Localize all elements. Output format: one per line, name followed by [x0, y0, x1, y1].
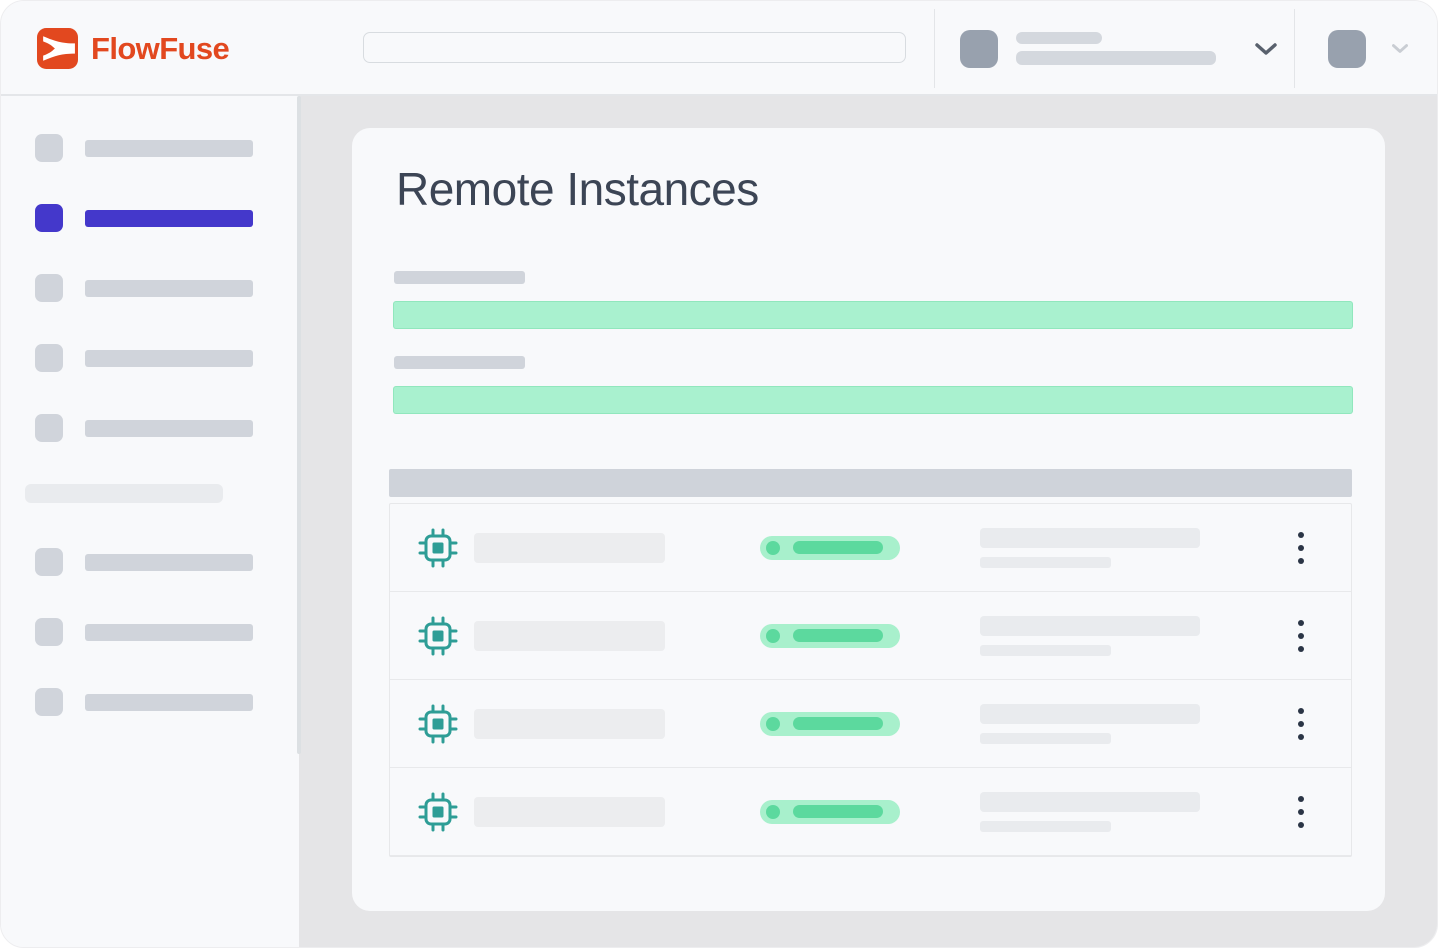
- chip-icon: [418, 616, 458, 656]
- chevron-down-icon: [1392, 44, 1408, 53]
- main-content: Remote Instances: [299, 96, 1437, 948]
- chip-icon: [418, 704, 458, 744]
- status-dot-icon: [766, 541, 780, 555]
- status-pill: [760, 536, 900, 560]
- meta-line-2: [980, 645, 1111, 656]
- field-label-placeholder: [394, 356, 525, 369]
- field-label-placeholder: [394, 271, 525, 284]
- brand-logo[interactable]: FlowFuse: [37, 28, 229, 69]
- flowfuse-logo-icon: [37, 28, 78, 69]
- sidebar-item-icon-placeholder: [35, 548, 63, 576]
- status-label-placeholder: [793, 541, 883, 554]
- sidebar-item-icon-placeholder: [35, 414, 63, 442]
- instance-meta-placeholder: [980, 616, 1200, 656]
- instance-name-placeholder: [474, 533, 665, 563]
- team-name-line-2: [1016, 51, 1216, 65]
- table-header-placeholder: [389, 469, 1352, 497]
- sidebar-item-label-placeholder: [85, 210, 253, 227]
- user-avatar: [1328, 30, 1366, 68]
- kebab-menu-button[interactable]: [1295, 617, 1307, 655]
- instance-name-placeholder: [474, 797, 665, 827]
- sidebar-scrollbar[interactable]: [297, 96, 301, 754]
- sidebar-item-icon-placeholder: [35, 688, 63, 716]
- brand-wordmark: FlowFuse: [91, 31, 229, 67]
- sidebar-item[interactable]: [35, 414, 299, 442]
- sidebar-item-label-placeholder: [85, 694, 253, 711]
- form-field: [393, 356, 1353, 414]
- page-title: Remote Instances: [396, 164, 759, 215]
- sidebar-item[interactable]: [35, 618, 299, 646]
- team-name-placeholder: [1016, 32, 1216, 65]
- top-bar: FlowFuse: [1, 1, 1437, 96]
- status-label-placeholder: [793, 805, 883, 818]
- sidebar-item-label-placeholder: [85, 140, 253, 157]
- instance-name-placeholder: [474, 621, 665, 651]
- sidebar-item[interactable]: [35, 688, 299, 716]
- settings-form: [393, 271, 1353, 414]
- status-dot-icon: [766, 717, 780, 731]
- instance-row[interactable]: [390, 592, 1351, 680]
- status-label-placeholder: [793, 717, 883, 730]
- instance-row[interactable]: [390, 768, 1351, 856]
- field-input-highlight[interactable]: [393, 386, 1353, 414]
- status-pill: [760, 712, 900, 736]
- status-pill: [760, 624, 900, 648]
- sidebar-item[interactable]: [35, 274, 299, 302]
- sidebar-item-label-placeholder: [85, 554, 253, 571]
- instance-meta-placeholder: [980, 704, 1200, 744]
- kebab-menu-button[interactable]: [1295, 705, 1307, 743]
- status-label-placeholder: [793, 629, 883, 642]
- search-input[interactable]: [363, 32, 906, 63]
- field-input-highlight[interactable]: [393, 301, 1353, 329]
- meta-line-2: [980, 557, 1111, 568]
- chip-icon: [418, 528, 458, 568]
- sidebar-item[interactable]: [35, 344, 299, 372]
- sidebar-item-icon-placeholder: [35, 204, 63, 232]
- instance-row[interactable]: [390, 504, 1351, 592]
- sidebar-item-icon-placeholder: [35, 344, 63, 372]
- instance-meta-placeholder: [980, 792, 1200, 832]
- app-window: FlowFuse: [0, 0, 1438, 948]
- sidebar-item-label-placeholder: [85, 420, 253, 437]
- status-dot-icon: [766, 629, 780, 643]
- instance-name-placeholder: [474, 709, 665, 739]
- form-field: [393, 271, 1353, 329]
- team-menu-button[interactable]: [934, 9, 1277, 88]
- meta-line-2: [980, 733, 1111, 744]
- meta-line-2: [980, 821, 1111, 832]
- sidebar-item-label-placeholder: [85, 350, 253, 367]
- kebab-menu-button[interactable]: [1295, 529, 1307, 567]
- page-card: Remote Instances: [352, 128, 1385, 911]
- sidebar-item-icon-placeholder: [35, 618, 63, 646]
- instances-table: [389, 503, 1352, 857]
- sidebar-item-label-placeholder: [85, 624, 253, 641]
- sidebar-item[interactable]: [35, 204, 299, 232]
- chip-icon: [418, 792, 458, 832]
- sidebar-nav: [1, 96, 299, 948]
- status-pill: [760, 800, 900, 824]
- meta-line-1: [980, 616, 1200, 636]
- kebab-menu-button[interactable]: [1295, 793, 1307, 831]
- meta-line-1: [980, 528, 1200, 548]
- sidebar-section-placeholder: [25, 484, 299, 503]
- team-name-line-1: [1016, 32, 1102, 44]
- instance-row[interactable]: [390, 680, 1351, 768]
- meta-line-1: [980, 704, 1200, 724]
- sidebar-item[interactable]: [35, 548, 299, 576]
- sidebar-item-icon-placeholder: [35, 134, 63, 162]
- meta-line-1: [980, 792, 1200, 812]
- sidebar-item-icon-placeholder: [35, 274, 63, 302]
- instance-meta-placeholder: [980, 528, 1200, 568]
- status-dot-icon: [766, 805, 780, 819]
- sidebar-item[interactable]: [35, 134, 299, 162]
- sidebar-item-label-placeholder: [85, 280, 253, 297]
- chevron-down-icon: [1255, 43, 1277, 55]
- team-avatar: [960, 30, 998, 68]
- user-menu-button[interactable]: [1294, 9, 1408, 88]
- sidebar-item-label-placeholder: [25, 484, 223, 503]
